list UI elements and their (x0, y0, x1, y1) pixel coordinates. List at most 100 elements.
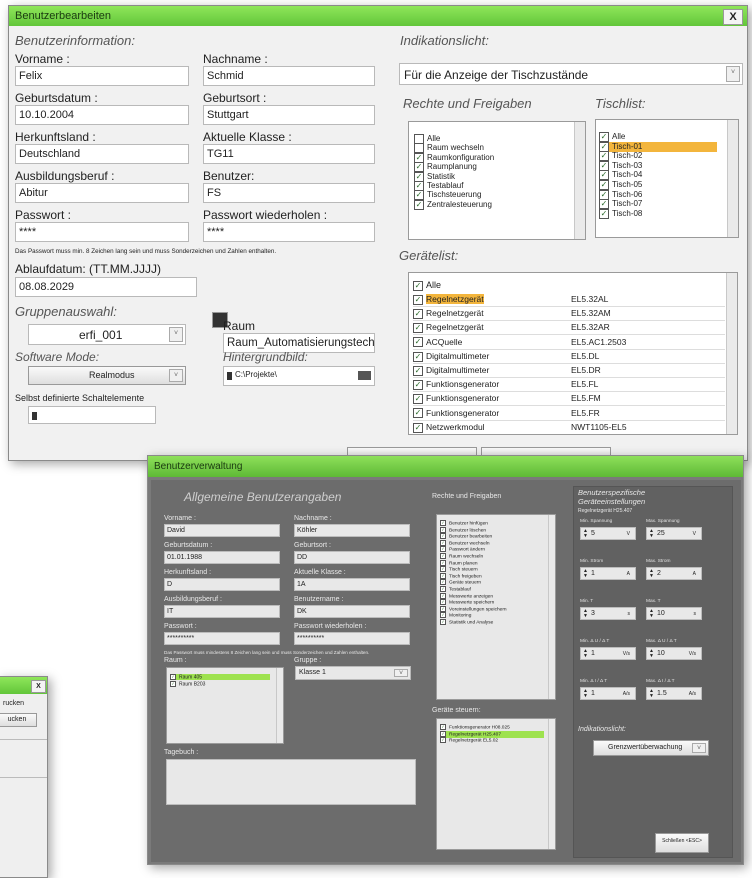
min-t-stepper[interactable]: ▲ ▼ 3 s (580, 607, 636, 620)
custom-controls-field[interactable] (28, 406, 156, 424)
tables-list[interactable]: ✓ Alle ✓ Tisch-01 ✓ Tisch-02 ✓ Tisch-03 ✓ Tisch-0… (595, 119, 739, 238)
checkbox-icon[interactable]: ✓ (440, 619, 446, 625)
checkbox-icon[interactable]: ✓ (440, 533, 446, 540)
checkbox-icon[interactable]: ✓ (440, 566, 446, 573)
table-row[interactable]: ✓ Regelnetzgerät EL5.32AL (413, 293, 725, 307)
checkbox-icon[interactable]: ✓ (413, 351, 423, 362)
spinner-arrows-icon[interactable]: ▼ (649, 574, 654, 579)
rights-list[interactable]: ✓ Benutzer hinfügen ✓ Benutzer löschen ✓ Benu… (436, 514, 556, 700)
spinner-arrows-icon[interactable]: ▼ (583, 654, 588, 659)
scrollbar[interactable] (548, 719, 555, 849)
username-field[interactable]: FS (203, 183, 375, 203)
scrollbar[interactable] (726, 273, 737, 434)
checkbox-icon[interactable]: ✓ (170, 674, 176, 680)
checkbox-icon[interactable]: ✓ (413, 379, 423, 390)
list-item[interactable]: ✓ Tisch-01 (599, 141, 717, 152)
training-field[interactable]: IT (164, 605, 280, 618)
spinner-arrows-icon[interactable]: ▼ (583, 614, 588, 619)
list-item[interactable]: ✓ Tisch-03 (599, 160, 717, 171)
list-item[interactable]: ✓ Raum 405 (170, 674, 270, 681)
scrollbar[interactable] (276, 668, 283, 743)
list-item[interactable]: ✓ Alle (599, 132, 717, 142)
list-item[interactable]: ✓ Regelnetzgerät EL5.02 (440, 737, 544, 744)
close-button[interactable]: Schließen <ESC> (655, 833, 709, 853)
max-t-stepper[interactable]: ▲ ▼ 10 s (646, 607, 702, 620)
checkbox-icon[interactable]: ✓ (440, 605, 446, 612)
birthdate-field[interactable]: 01.01.1988 (164, 551, 280, 564)
scrollbar[interactable] (727, 120, 738, 237)
class-field[interactable]: 1A (294, 578, 410, 591)
password-field[interactable]: **** (15, 222, 189, 242)
checkbox-icon[interactable]: ✓ (440, 586, 446, 592)
password-field[interactable]: ********** (164, 632, 280, 645)
list-item[interactable]: ✓ Statistik und Analyse (440, 619, 493, 626)
table-row[interactable]: ✓ Funktionsgenerator EL5.FL (413, 378, 725, 393)
close-button[interactable]: X (723, 9, 743, 25)
max-spannung-stepper[interactable]: ▲ ▼ 25 V (646, 527, 702, 540)
checkbox-icon[interactable]: ✓ (414, 199, 424, 210)
checkbox-icon[interactable]: ✓ (413, 280, 423, 291)
spinner-arrows-icon[interactable]: ▼ (583, 534, 588, 539)
checkbox-icon[interactable]: ✓ (413, 294, 423, 305)
checkbox-icon[interactable]: ✓ (413, 323, 423, 334)
list-item[interactable]: ✓ Tisch-04 (599, 170, 717, 181)
checkbox-icon[interactable]: ✓ (170, 681, 176, 687)
checkbox-icon[interactable]: ✓ (413, 394, 423, 405)
firstname-field[interactable]: Felix (15, 66, 189, 86)
room-list[interactable]: ✓ Raum 405 ✓ Raum B203 (166, 667, 284, 744)
checkbox-icon[interactable]: ✓ (440, 526, 446, 533)
checkbox-icon[interactable]: ✓ (440, 592, 446, 599)
software-mode-dropdown[interactable]: Realmodus ˅ (28, 366, 186, 385)
country-field[interactable]: Deutschland (15, 144, 189, 164)
table-row[interactable]: ✓ Digitalmultimeter EL5.DL (413, 350, 725, 364)
table-row[interactable]: ✓ Funktionsgenerator EL5.FM (413, 392, 725, 407)
indicator-dropdown[interactable]: Grenzwertüberwachung ˅ (593, 740, 709, 756)
checkbox-icon[interactable]: ✓ (599, 132, 609, 142)
scrollbar[interactable] (548, 515, 555, 699)
checkbox-icon[interactable]: ✓ (413, 308, 423, 319)
birthplace-field[interactable]: Stuttgart (203, 105, 375, 125)
max-du-stepper[interactable]: ▲ ▼ 10 V/s (646, 647, 702, 660)
spinner-arrows-icon[interactable]: ▼ (583, 694, 588, 699)
password-repeat-field[interactable]: **** (203, 222, 375, 242)
checkbox-icon[interactable]: ✓ (440, 559, 446, 566)
birthplace-field[interactable]: DD (294, 551, 410, 564)
table-row[interactable]: ✓ Regelnetzgerät EL5.32AM (413, 307, 725, 322)
spinner-arrows-icon[interactable]: ▼ (583, 574, 588, 579)
list-item[interactable]: ✓ Raum B203 (170, 681, 270, 687)
expiry-field[interactable]: 08.08.2029 (15, 277, 197, 297)
firstname-field[interactable]: David (164, 524, 280, 537)
devices-all-row[interactable]: ✓ Alle (413, 280, 441, 291)
checkbox-icon[interactable]: ✓ (599, 151, 609, 162)
checkbox-icon[interactable]: ✓ (440, 737, 446, 744)
scrollbar[interactable] (574, 122, 585, 239)
table-row[interactable]: ✓ Digitalmultimeter EL5.DR (413, 364, 725, 378)
indicator-dropdown[interactable]: Für die Anzeige der Tischzustände ˅ (399, 63, 743, 85)
checkbox-icon[interactable]: ✓ (440, 539, 446, 546)
folder-icon[interactable] (358, 371, 371, 380)
training-field[interactable]: Abitur (15, 183, 189, 203)
checkbox-icon[interactable]: ✓ (413, 408, 423, 419)
spinner-arrows-icon[interactable]: ▼ (649, 694, 654, 699)
min-strom-stepper[interactable]: ▲ ▼ 1 A (580, 567, 636, 580)
background-image-field[interactable]: C:\Projekte\ (223, 366, 375, 386)
table-row[interactable]: ✓ Netzwerkmodul NWT1105-EL5 (413, 421, 725, 434)
table-row[interactable]: ✓ Regelnetzgerät EL5.32AR (413, 321, 725, 336)
checkbox-icon[interactable]: ✓ (599, 199, 609, 210)
username-field[interactable]: DK (294, 605, 410, 618)
devices-list[interactable]: ✓ Funktionsgenerator H08.025 ✓ Regelnetzger… (436, 718, 556, 850)
list-item[interactable]: ✓ Tisch-02 (599, 151, 717, 162)
checkbox-icon[interactable]: ✓ (440, 546, 446, 553)
spinner-arrows-icon[interactable]: ▼ (649, 614, 654, 619)
rights-list[interactable]: Alle Raum wechseln ✓ Raumkonfiguration ✓ Raum… (408, 121, 586, 240)
checkbox-icon[interactable]: ✓ (440, 599, 446, 606)
checkbox-icon[interactable]: ✓ (440, 572, 446, 579)
table-row[interactable]: ✓ ACQuelle EL5.AC1.2503 (413, 336, 725, 350)
checkbox-icon[interactable]: ✓ (440, 612, 446, 619)
max-di-stepper[interactable]: ▲ ▼ 1.5 A/s (646, 687, 702, 700)
lastname-field[interactable]: Schmid (203, 66, 375, 86)
diary-field[interactable] (166, 759, 416, 805)
checkbox-icon[interactable]: ✓ (413, 337, 423, 348)
spinner-arrows-icon[interactable]: ▼ (649, 534, 654, 539)
checkbox-icon[interactable]: ✓ (440, 730, 446, 737)
